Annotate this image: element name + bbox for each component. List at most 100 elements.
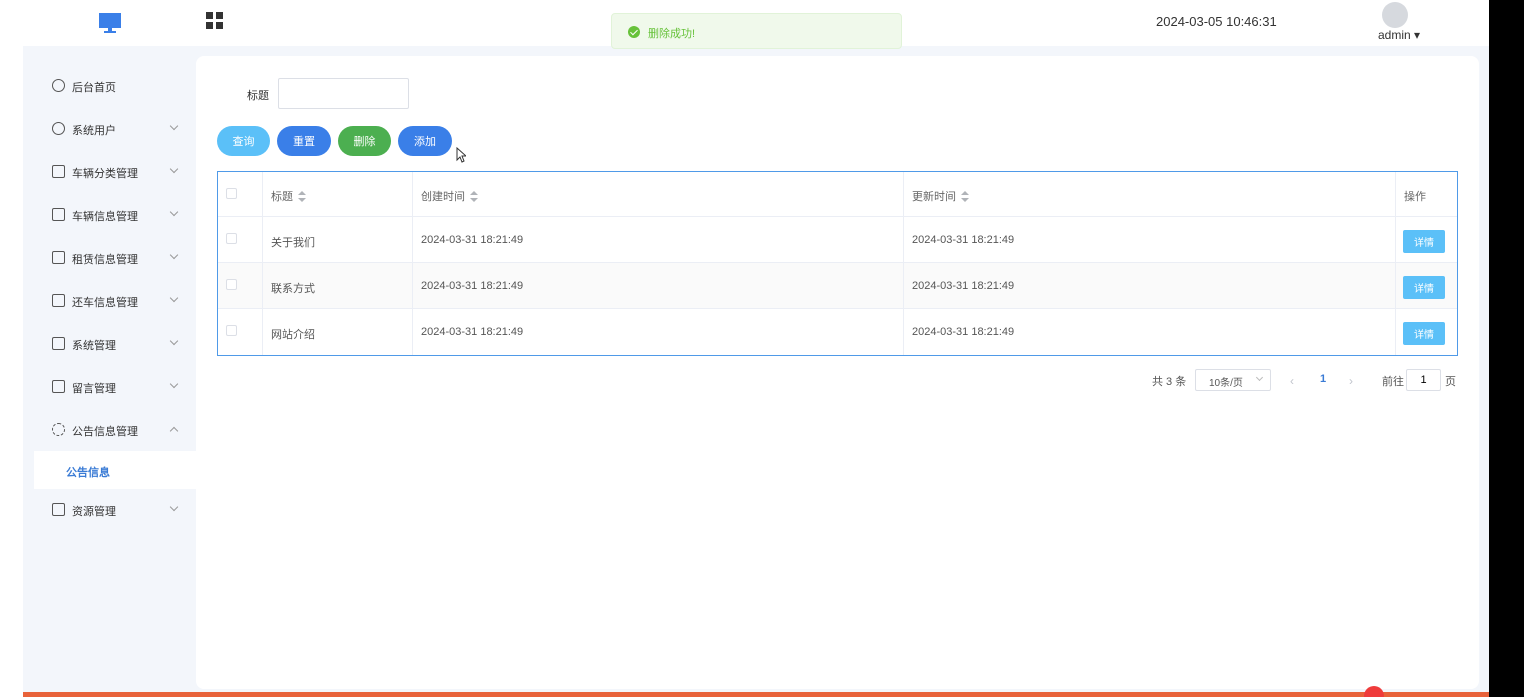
sort-icon[interactable]: [298, 191, 306, 203]
page-size-select[interactable]: 10条/页: [1195, 369, 1271, 391]
sidebar-item-label: 资源管理: [72, 506, 116, 518]
sidebar-item-label: 公告信息管理: [72, 426, 138, 438]
pie-icon: [52, 79, 65, 92]
chevron-down-icon: [169, 121, 179, 131]
column-header-title[interactable]: 标题: [271, 188, 306, 204]
check-box-icon: [52, 380, 65, 393]
sidebar-item-rental-info[interactable]: 租赁信息管理: [23, 238, 196, 281]
sort-icon[interactable]: [470, 191, 478, 203]
page-number[interactable]: 1: [1320, 373, 1326, 385]
chevron-up-icon: [169, 426, 179, 436]
sidebar-item-resources[interactable]: 资源管理: [23, 490, 196, 533]
bottom-progress-bar: [23, 692, 1489, 697]
sidebar-item-announcements[interactable]: 公告信息管理: [23, 410, 196, 453]
mouse-cursor-icon: [456, 147, 466, 163]
sidebar-subitem-announcement-info[interactable]: 公告信息: [34, 451, 196, 489]
column-header-label: 标题: [271, 191, 293, 203]
chevron-down-icon: [169, 336, 179, 346]
row-title: 联系方式: [271, 283, 315, 295]
header-datetime: 2024-03-05 10:46:31: [1156, 14, 1277, 29]
sidebar-item-label: 后台首页: [72, 82, 116, 94]
goto-unit: 页: [1445, 376, 1456, 388]
chevron-down-icon: [1255, 373, 1264, 382]
prev-page-icon[interactable]: ‹: [1290, 374, 1302, 388]
folder-icon: [52, 165, 65, 178]
table-row: 联系方式 2024-03-31 18:21:49 2024-03-31 18:2…: [218, 263, 1457, 309]
loading-icon: [52, 423, 65, 436]
chevron-down-icon: [169, 250, 179, 260]
detail-button[interactable]: 详情: [1403, 276, 1445, 299]
column-header-label: 更新时间: [912, 191, 956, 203]
printer-icon: [52, 503, 65, 516]
sidebar-subitem-label: 公告信息: [66, 467, 110, 479]
column-header-label: 创建时间: [421, 191, 465, 203]
select-all-checkbox[interactable]: [226, 188, 237, 199]
column-header-created[interactable]: 创建时间: [421, 188, 478, 204]
main-card: 标题 查询 重置 删除 添加 标题 创建时间 更新时间 操作 关于我们 2024…: [196, 56, 1479, 689]
query-button[interactable]: 查询: [217, 126, 270, 156]
sidebar-item-messages[interactable]: 留言管理: [23, 367, 196, 410]
toast-message: 删除成功!: [648, 28, 696, 40]
app-window: 2024-03-05 10:46:31 admin ▾ 删除成功! 后台首页 系…: [23, 0, 1489, 697]
sidebar-item-users[interactable]: 系统用户: [23, 109, 196, 152]
title-filter-label: 标题: [247, 90, 269, 102]
row-created: 2024-03-31 18:21:49: [421, 326, 524, 338]
row-updated: 2024-03-31 18:21:49: [912, 326, 1015, 338]
success-check-icon: [628, 26, 640, 38]
pagination-total: 共 3 条: [1152, 376, 1187, 388]
row-created: 2024-03-31 18:21:49: [421, 280, 524, 292]
row-title: 网站介绍: [271, 329, 315, 341]
sidebar-item-vehicle-category[interactable]: 车辆分类管理: [23, 152, 196, 195]
folder-icon: [52, 208, 65, 221]
user-icon: [52, 122, 65, 135]
sidebar-item-return-info[interactable]: 还车信息管理: [23, 281, 196, 324]
user-menu[interactable]: admin ▾: [1378, 28, 1420, 42]
next-page-icon[interactable]: ›: [1349, 374, 1361, 388]
announcement-table: 标题 创建时间 更新时间 操作 关于我们 2024-03-31 18:21:49…: [217, 171, 1458, 356]
sidebar-item-label: 留言管理: [72, 383, 116, 395]
table-row: 关于我们 2024-03-31 18:21:49 2024-03-31 18:2…: [218, 217, 1457, 263]
table-header-row: 标题 创建时间 更新时间 操作: [218, 172, 1457, 217]
row-checkbox[interactable]: [226, 233, 237, 244]
reset-button[interactable]: 重置: [277, 126, 331, 156]
monitor-icon[interactable]: [98, 11, 122, 35]
row-checkbox[interactable]: [226, 325, 237, 336]
chevron-down-icon: [169, 207, 179, 217]
detail-button[interactable]: 详情: [1403, 230, 1445, 253]
table-row: 网站介绍 2024-03-31 18:21:49 2024-03-31 18:2…: [218, 309, 1457, 355]
row-updated: 2024-03-31 18:21:49: [912, 234, 1015, 246]
chevron-down-icon: [169, 293, 179, 303]
column-header-actions: 操作: [1404, 191, 1426, 203]
add-button[interactable]: 添加: [398, 126, 452, 156]
success-toast: 删除成功!: [611, 13, 902, 49]
right-edge: [1489, 0, 1524, 697]
sidebar-item-dashboard[interactable]: 后台首页: [23, 66, 196, 109]
sidebar-item-label: 租赁信息管理: [72, 254, 138, 266]
title-filter-input[interactable]: [278, 78, 409, 109]
sidebar-item-vehicle-info[interactable]: 车辆信息管理: [23, 195, 196, 238]
sort-icon[interactable]: [961, 191, 969, 203]
column-header-updated[interactable]: 更新时间: [912, 188, 969, 204]
goto-page-input[interactable]: [1406, 369, 1441, 391]
left-edge: [0, 0, 23, 697]
row-title: 关于我们: [271, 237, 315, 249]
sidebar-item-label: 系统管理: [72, 340, 116, 352]
folder-icon: [52, 294, 65, 307]
avatar[interactable]: [1382, 2, 1408, 28]
sidebar-item-system[interactable]: 系统管理: [23, 324, 196, 367]
folder-icon: [52, 251, 65, 264]
sidebar: 后台首页 系统用户 车辆分类管理 车辆信息管理 租赁信息管理 还车信息管理 系统…: [23, 46, 196, 697]
grid-icon[interactable]: [206, 12, 224, 30]
sidebar-item-label: 系统用户: [72, 125, 116, 137]
chevron-down-icon: [169, 164, 179, 174]
page-size-value: 10条/页: [1209, 378, 1243, 389]
goto-label: 前往: [1382, 376, 1404, 388]
detail-button[interactable]: 详情: [1403, 322, 1445, 345]
row-checkbox[interactable]: [226, 279, 237, 290]
sidebar-item-label: 车辆信息管理: [72, 211, 138, 223]
delete-button[interactable]: 删除: [338, 126, 391, 156]
chevron-down-icon: [169, 502, 179, 512]
row-updated: 2024-03-31 18:21:49: [912, 280, 1015, 292]
sidebar-item-label: 车辆分类管理: [72, 168, 138, 180]
chevron-down-icon: [169, 379, 179, 389]
